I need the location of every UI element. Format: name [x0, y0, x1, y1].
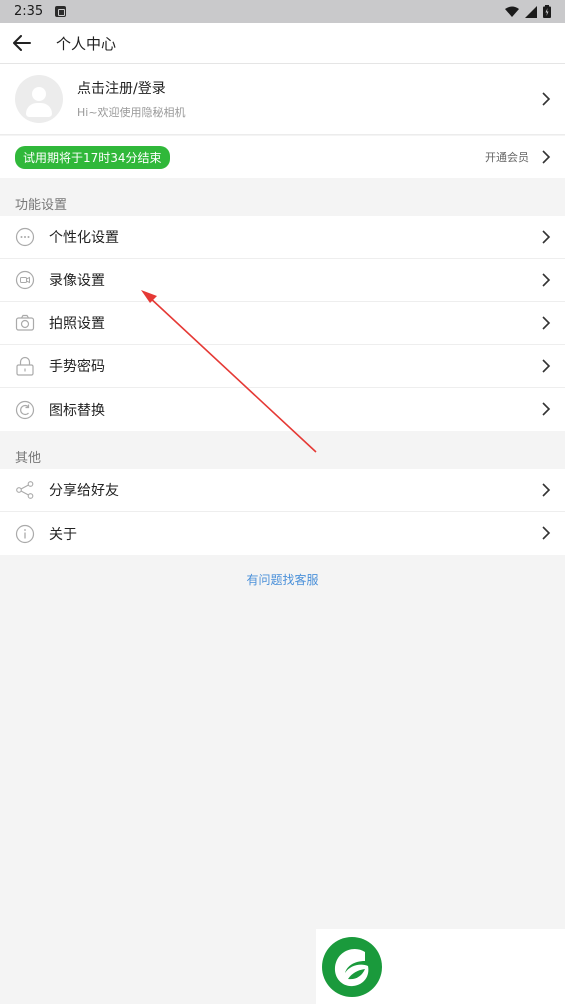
- leaf-logo-icon: [322, 937, 382, 997]
- app-bar: 个人中心: [0, 23, 565, 64]
- open-vip-link[interactable]: 开通会员: [485, 149, 529, 165]
- menu-item-photo-settings[interactable]: 拍照设置: [0, 302, 565, 345]
- avatar: [15, 75, 63, 123]
- wifi-icon: [505, 6, 519, 17]
- section-label-other: 其他: [15, 451, 42, 466]
- logo-area: [316, 929, 565, 1004]
- back-arrow-icon: [13, 35, 31, 51]
- page-title: 个人中心: [56, 34, 117, 53]
- chevron-right-icon: [542, 526, 551, 540]
- notification-icon: [55, 6, 67, 17]
- login-prompt: 点击注册/登录: [77, 81, 166, 97]
- menu-item-gesture-password[interactable]: 手势密码: [0, 345, 565, 388]
- video-camera-icon: [15, 270, 35, 290]
- chevron-right-icon: [542, 483, 551, 497]
- menu-item-label: 图标替换: [49, 402, 105, 419]
- menu-item-label: 录像设置: [49, 273, 105, 289]
- menu-item-label: 手势密码: [49, 359, 105, 375]
- replace-icon: [15, 400, 35, 420]
- battery-icon: [543, 5, 551, 18]
- chevron-right-icon[interactable]: [539, 150, 553, 164]
- menu-item-about[interactable]: 关于: [0, 512, 565, 555]
- menu-item-share[interactable]: 分享给好友: [0, 469, 565, 512]
- other-group: 分享给好友 关于: [0, 469, 565, 555]
- chevron-right-icon: [542, 273, 551, 287]
- menu-item-label: 分享给好友: [49, 483, 119, 499]
- menu-item-label: 个性化设置: [49, 230, 119, 246]
- trial-badge: 试用期将于17时34分结束: [15, 145, 170, 169]
- more-dots-icon: [15, 227, 35, 247]
- share-icon: [15, 480, 35, 500]
- status-icons: [505, 5, 551, 18]
- chevron-right-icon: [542, 402, 551, 416]
- section-label-features: 功能设置: [15, 198, 68, 213]
- chevron-right-icon: [542, 359, 551, 373]
- menu-item-personalize[interactable]: 个性化设置: [0, 216, 565, 259]
- welcome-text: Hi~欢迎使用隐秘相机: [77, 106, 186, 119]
- menu-item-label: 拍照设置: [49, 316, 105, 332]
- lock-icon: [15, 356, 35, 376]
- menu-item-video-settings[interactable]: 录像设置: [0, 259, 565, 302]
- camera-icon: [15, 313, 35, 333]
- status-bar: 2:35: [0, 0, 565, 23]
- customer-service-link[interactable]: 有问题找客服: [0, 571, 565, 588]
- chevron-right-icon: [542, 92, 551, 106]
- chevron-right-icon: [542, 316, 551, 330]
- back-button[interactable]: [0, 23, 44, 64]
- signal-icon: [525, 5, 537, 18]
- chevron-right-icon: [542, 230, 551, 244]
- status-time: 2:35: [14, 4, 44, 19]
- menu-item-icon-replace[interactable]: 图标替换: [0, 388, 565, 431]
- info-icon: [15, 524, 35, 544]
- menu-item-label: 关于: [49, 526, 77, 543]
- login-profile-row[interactable]: 点击注册/登录 Hi~欢迎使用隐秘相机: [0, 64, 565, 135]
- features-group: 个性化设置 录像设置 拍照设置 手势密码 图标替换: [0, 216, 565, 431]
- trial-row: 试用期将于17时34分结束 开通会员: [0, 136, 565, 178]
